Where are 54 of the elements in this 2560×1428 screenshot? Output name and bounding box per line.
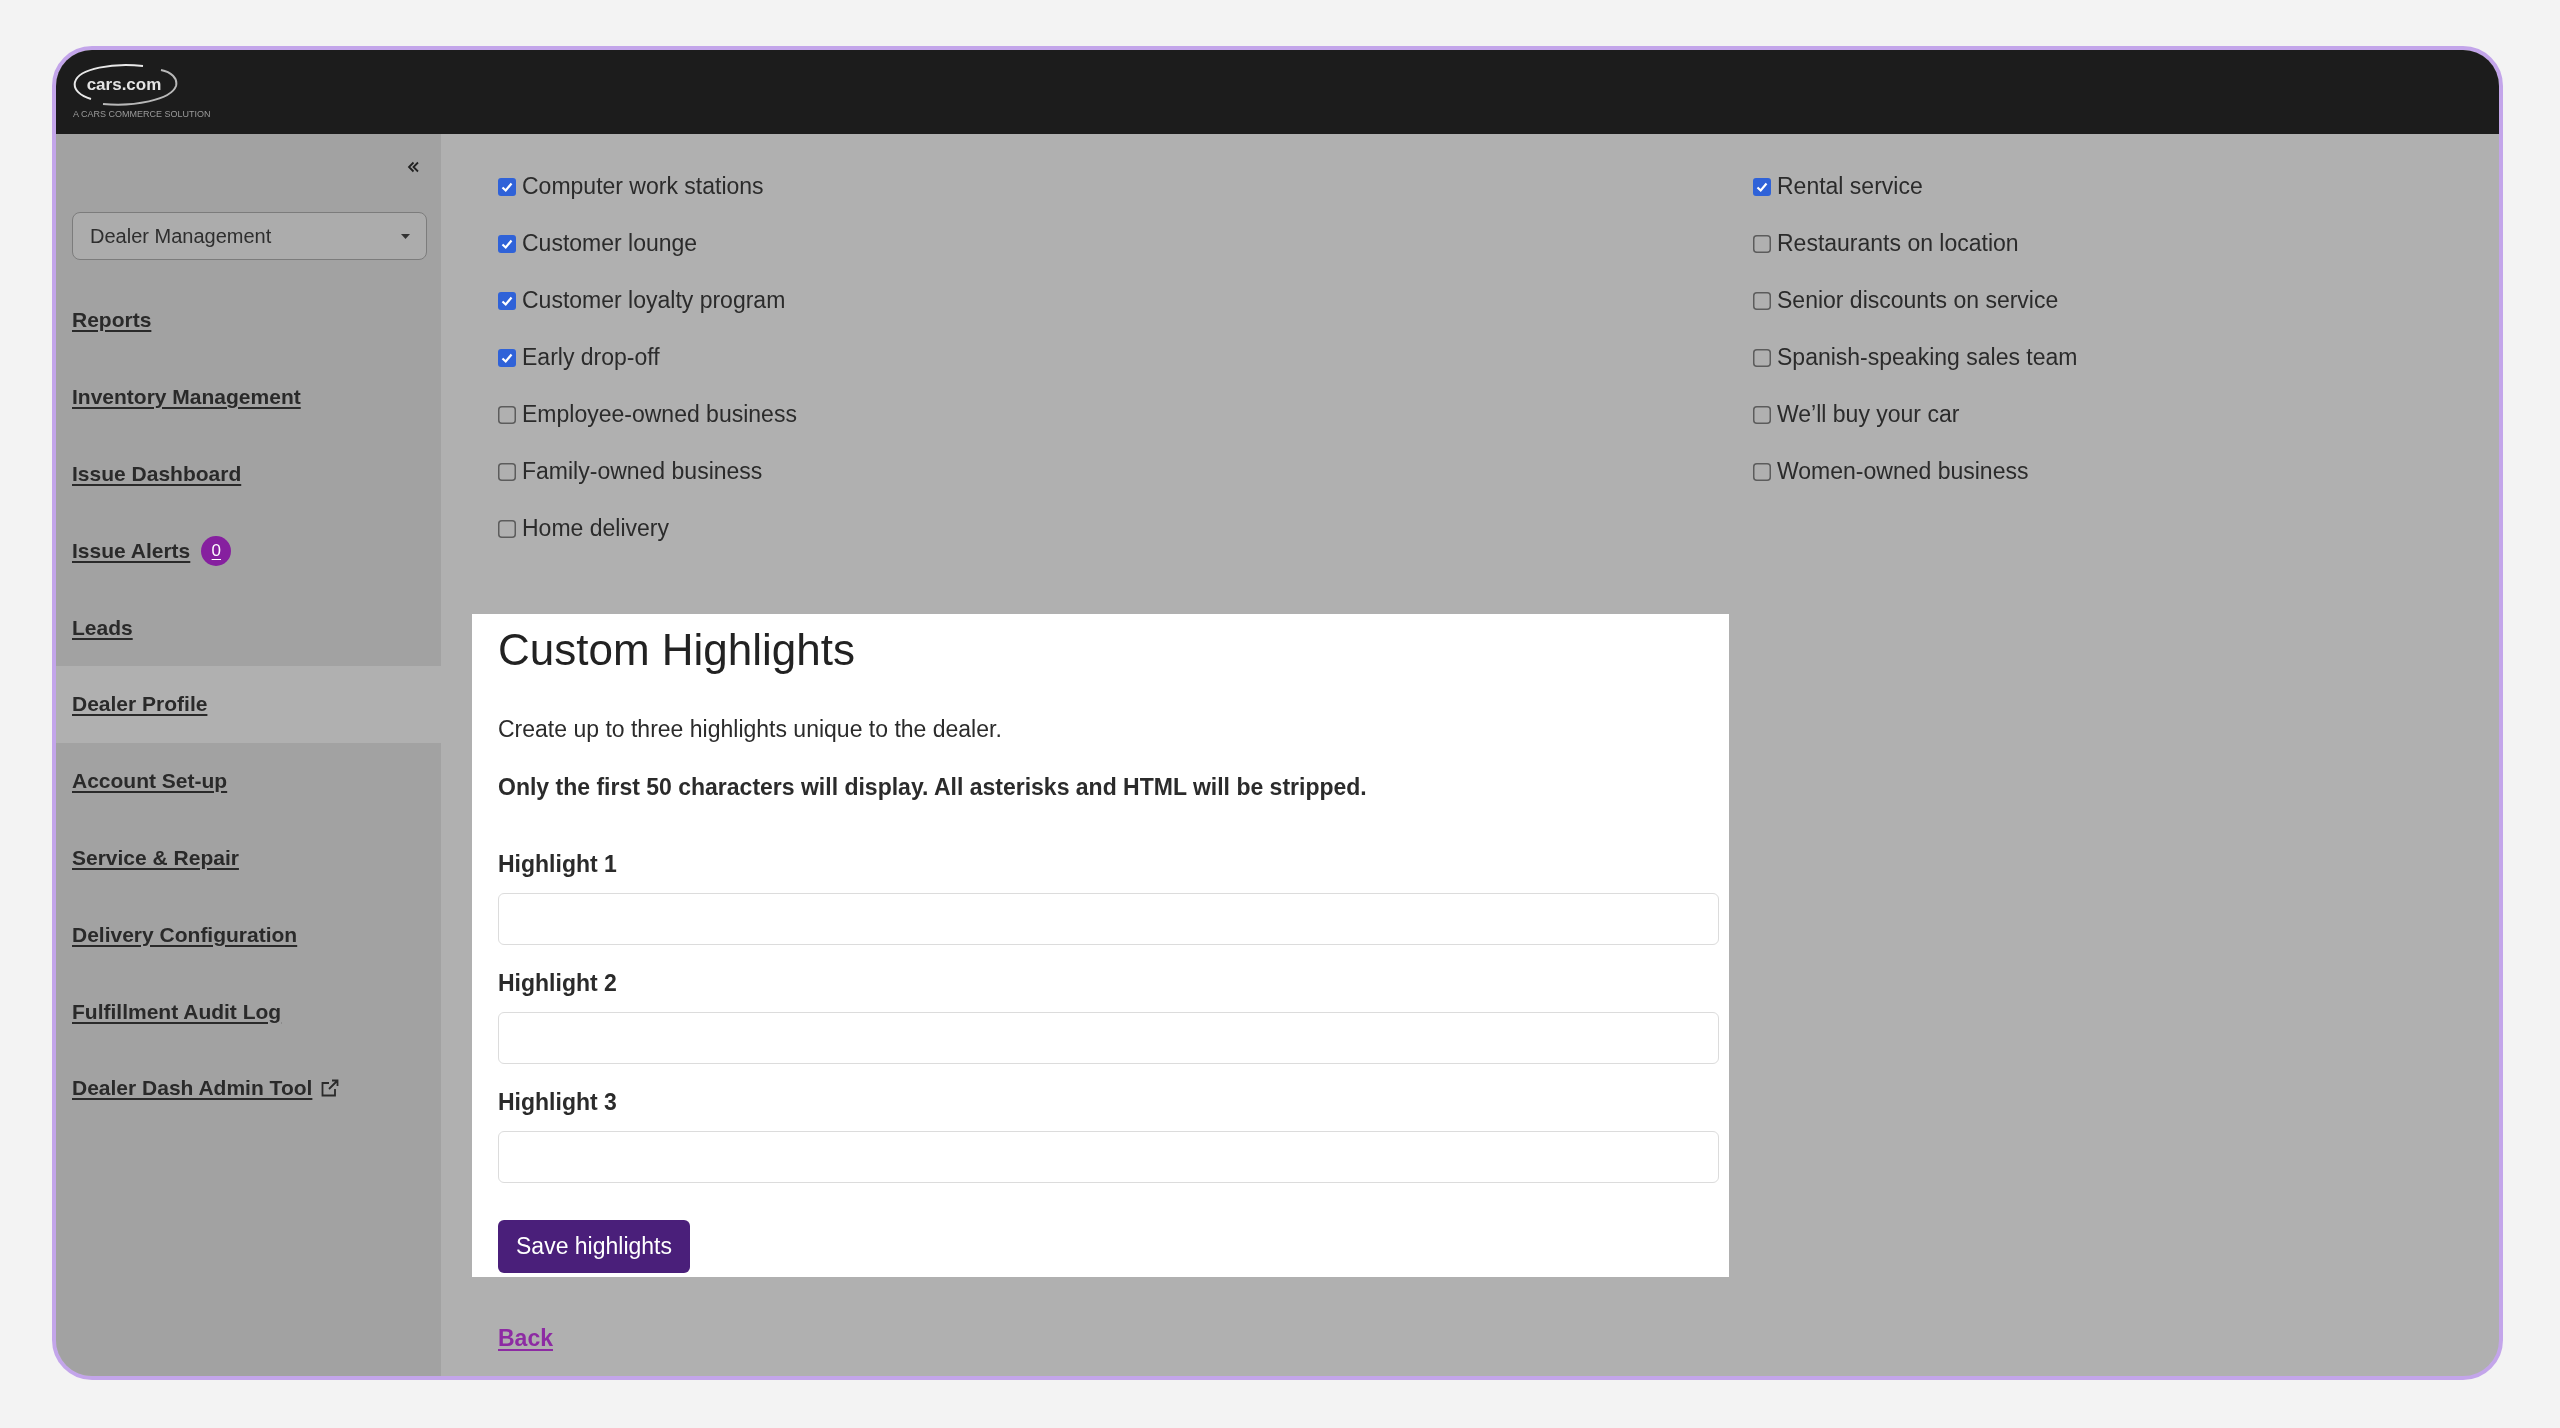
checkbox-label: Employee-owned business: [522, 401, 797, 428]
field-label: Highlight 2: [498, 969, 617, 998]
checkbox[interactable]: [498, 348, 516, 367]
notice-text: Only the first 50 characters will display. All asterisks and HTML will be stripped.: [498, 773, 1367, 802]
checkbox-label: Early drop-off: [522, 344, 660, 371]
checkbox-label: Women-owned business: [1777, 458, 2029, 485]
caret-icon: [401, 233, 410, 239]
description-text: Create up to three highlights unique to the dealer.: [498, 715, 1002, 744]
text-input[interactable]: [498, 1131, 1719, 1183]
checkbox-label: Restaurants on location: [1777, 230, 2019, 257]
text-input[interactable]: [498, 1012, 1719, 1064]
checkbox-label: Home delivery: [522, 515, 669, 542]
checkbox-label: Family-owned business: [522, 458, 763, 485]
section-title: Custom Highlights: [498, 624, 856, 676]
logo: cars.com: [73, 63, 179, 107]
nav-item[interactable]: Reports: [56, 282, 441, 359]
field-label: Highlight 1: [498, 850, 617, 879]
checkbox[interactable]: [498, 177, 516, 196]
field-label: Highlight 3: [498, 1088, 617, 1117]
nav-item[interactable]: Service & Repair: [56, 819, 441, 897]
checkbox[interactable]: [498, 291, 516, 310]
nav-item[interactable]: Leads: [56, 589, 441, 666]
checkbox[interactable]: [498, 405, 516, 424]
checkbox[interactable]: [1753, 462, 1771, 481]
checkbox[interactable]: [498, 462, 516, 481]
count-badge: 0: [201, 535, 232, 566]
logo-tagline: A CARS COMMERCE SOLUTION: [73, 109, 211, 120]
text-input[interactable]: [498, 893, 1719, 945]
checkbox-label: Spanish-speaking sales team: [1777, 344, 2078, 371]
nav-item[interactable]: Issue Alerts 0: [56, 512, 441, 590]
checkbox[interactable]: [498, 519, 516, 538]
checkbox-label: Customer lounge: [522, 230, 698, 257]
checkbox-label: Senior discounts on service: [1777, 287, 2059, 314]
checkbox[interactable]: [498, 234, 516, 253]
checkbox[interactable]: [1753, 348, 1771, 367]
back-link[interactable]: Back: [498, 1321, 553, 1355]
checkbox[interactable]: [1753, 177, 1771, 196]
nav-item[interactable]: Issue Dashboard: [56, 435, 441, 513]
double-chevron-icon[interactable]: [407, 161, 419, 173]
nav-item[interactable]: Account Set-up: [56, 742, 441, 820]
nav-item[interactable]: Inventory Management: [56, 358, 441, 436]
checkbox[interactable]: [1753, 234, 1771, 253]
checkbox-label: Customer loyalty program: [522, 287, 786, 314]
nav-item[interactable]: Dealer Profile: [56, 666, 441, 743]
dropdown[interactable]: Dealer Management: [72, 212, 427, 260]
checkbox[interactable]: [1753, 291, 1771, 310]
checkbox-label: We’ll buy your car: [1777, 401, 1960, 428]
nav-item[interactable]: Fulfillment Audit Log: [56, 973, 441, 1050]
checkbox-label: Computer work stations: [522, 173, 764, 200]
nav-item[interactable]: Delivery Configuration: [56, 896, 441, 974]
checkbox-label: Rental service: [1777, 173, 1923, 200]
nav-item[interactable]: Dealer Dash Admin Tool: [56, 1049, 441, 1127]
save-button[interactable]: Save highlights: [498, 1220, 690, 1273]
checkbox[interactable]: [1753, 405, 1771, 424]
